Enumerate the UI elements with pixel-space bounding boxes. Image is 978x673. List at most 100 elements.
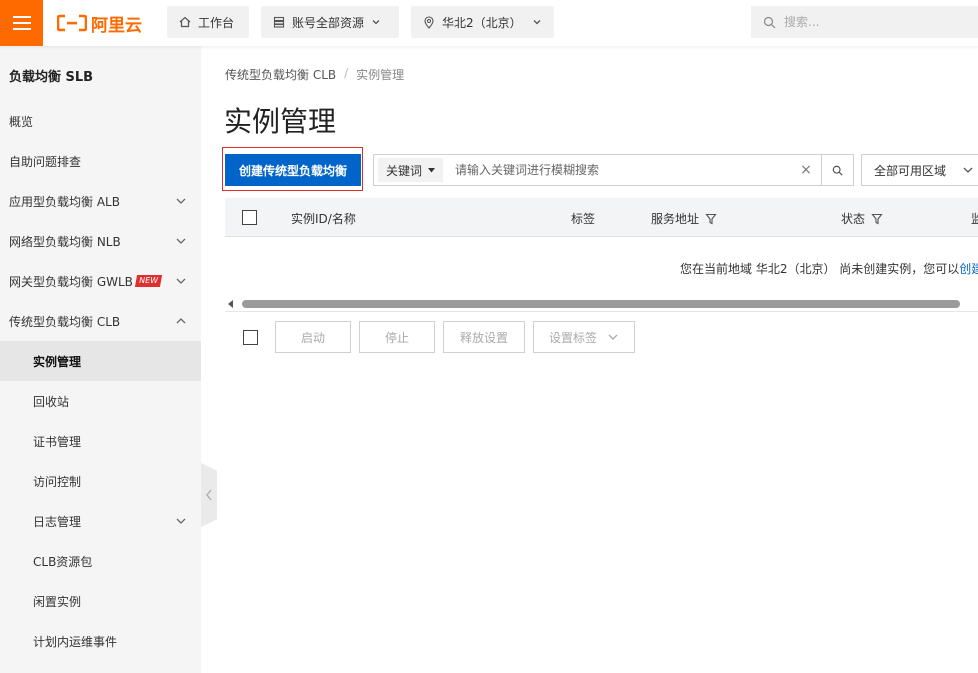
sidebar-item-label: 日志管理 [33,514,82,529]
sidebar-item-label: 访问控制 [33,474,82,489]
instance-search-bar: 关键词 × [373,154,854,186]
instance-search-input[interactable] [443,163,791,177]
filter-icon[interactable] [705,213,717,225]
caret-down-icon [428,167,436,172]
stop-button[interactable]: 停止 [359,321,435,353]
sidebar-item-recycle-bin[interactable]: 回收站 [0,381,201,421]
sidebar-item-label: 计划内运维事件 [33,634,118,649]
sidebar-item-self-troubleshoot[interactable]: 自助问题排查 [0,141,201,181]
column-header-label: 实例ID/名称 [291,212,356,226]
release-settings-button[interactable]: 释放设置 [443,321,525,353]
zone-filter-label: 全部可用区域 [874,163,947,178]
chevron-down-icon [608,334,618,340]
menu-icon[interactable] [0,0,43,46]
select-all-checkbox[interactable] [242,210,257,225]
sidebar-item-idle-instances[interactable]: 闲置实例 [0,581,201,621]
global-search[interactable] [751,6,978,38]
sidebar-item-label: 网关型负载均衡 GWLB [9,274,133,289]
batch-select-checkbox[interactable] [243,330,258,345]
sidebar-item-access-control[interactable]: 访问控制 [0,461,201,501]
database-icon [273,16,285,28]
global-search-input[interactable] [784,15,934,29]
create-link[interactable]: 创建 [959,262,978,276]
sidebar-item-label: 证书管理 [33,434,82,449]
zone-filter-select[interactable]: 全部可用区域 [861,154,978,186]
sidebar-item-label: CLB资源包 [33,554,93,569]
column-header-monitor: 监 [971,210,978,227]
region-dropdown[interactable]: 华北2（北京） [411,6,554,38]
divider [225,311,978,312]
search-icon [832,165,843,176]
empty-state-message: 您在当前地域 华北2（北京） 尚未创建实例，您可以创建 [680,260,978,277]
search-button[interactable] [821,155,853,185]
chevron-down-icon [176,238,186,244]
filter-icon[interactable] [871,213,883,225]
scrollbar-thumb[interactable] [242,300,960,308]
empty-state-text: 您在当前地域 华北2（北京） 尚未创建实例，您可以 [680,262,960,276]
new-badge: NEW [134,275,162,287]
breadcrumb-current: 实例管理 [356,68,405,82]
workbench-label: 工作台 [198,15,235,30]
set-tags-dropdown[interactable]: 设置标签 [533,321,635,353]
sidebar: 负载均衡 SLB 概览 自助问题排查 应用型负载均衡 ALB 网络型负载均衡 N… [0,46,201,673]
aliyun-logo[interactable]: 阿里云 [57,12,142,36]
chevron-down-icon [176,278,186,284]
scroll-left-icon[interactable] [228,300,233,308]
sidebar-item-label: 传统型负载均衡 CLB [9,314,121,329]
top-bar: 阿里云 工作台 账号全部资源 华北2（北京） [0,0,978,46]
sidebar-item-label: 应用型负载均衡 ALB [9,194,120,209]
chevron-down-icon [533,20,541,25]
table-header: 实例ID/名称 标签 服务地址 状态 监 [225,198,978,237]
breadcrumb: 传统型负载均衡 CLB / 实例管理 [225,66,404,83]
breadcrumb-separator: / [344,66,349,80]
sidebar-item-label: 概览 [9,114,34,129]
resources-dropdown[interactable]: 账号全部资源 [261,6,399,38]
sidebar-item-label: 网络型负载均衡 NLB [9,234,121,249]
sidebar-collapse-handle[interactable] [201,463,217,527]
sidebar-item-label: 回收站 [33,394,70,409]
sidebar-item-maintenance-events[interactable]: 计划内运维事件 [0,621,201,661]
horizontal-scrollbar[interactable] [228,297,978,311]
sidebar-item-certificates[interactable]: 证书管理 [0,421,201,461]
home-icon [179,16,191,28]
sidebar-item-overview[interactable]: 概览 [0,101,201,141]
keyword-select[interactable]: 关键词 [378,158,444,182]
create-clb-button[interactable]: 创建传统型负载均衡 [225,154,361,186]
column-header-label: 服务地址 [651,212,700,226]
sidebar-item-log-management[interactable]: 日志管理 [0,501,201,541]
sidebar-item-clb[interactable]: 传统型负载均衡 CLB [0,301,201,341]
chevron-down-icon [963,167,973,173]
sidebar-item-instance-management[interactable]: 实例管理 [0,341,201,381]
breadcrumb-parent[interactable]: 传统型负载均衡 CLB [225,66,336,83]
keyword-select-label: 关键词 [386,163,423,178]
resources-label: 账号全部资源 [292,15,365,30]
chevron-down-icon [176,518,186,524]
region-label: 华北2（北京） [442,15,522,30]
start-button[interactable]: 启动 [275,321,351,353]
sidebar-item-label: 自助问题排查 [9,154,82,169]
logo-text: 阿里云 [91,15,142,36]
location-pin-icon [424,15,434,29]
column-header-label: 标签 [571,212,596,226]
aliyun-logo-icon [57,14,87,32]
workbench-button[interactable]: 工作台 [167,6,249,38]
chevron-left-icon [206,489,212,501]
column-header-id: 实例ID/名称 [291,210,356,227]
column-header-address: 服务地址 [651,210,717,227]
clear-icon[interactable]: × [791,162,821,178]
search-icon [763,16,776,28]
page-title: 实例管理 [224,105,337,138]
sidebar-item-gwlb[interactable]: 网关型负载均衡 GWLB NEW [0,261,201,301]
chevron-up-icon [176,318,186,324]
chevron-down-icon [176,198,186,204]
chevron-down-icon [372,20,380,25]
sidebar-item-label: 实例管理 [33,354,82,369]
sidebar-title: 负载均衡 SLB [9,70,94,85]
sidebar-item-nlb[interactable]: 网络型负载均衡 NLB [0,221,201,261]
column-header-label: 监 [971,212,978,226]
sidebar-item-clb-package[interactable]: CLB资源包 [0,541,201,581]
column-header-status: 状态 [841,210,883,227]
sidebar-item-alb[interactable]: 应用型负载均衡 ALB [0,181,201,221]
set-tags-label: 设置标签 [548,330,597,345]
sidebar-item-label: 闲置实例 [33,594,82,609]
